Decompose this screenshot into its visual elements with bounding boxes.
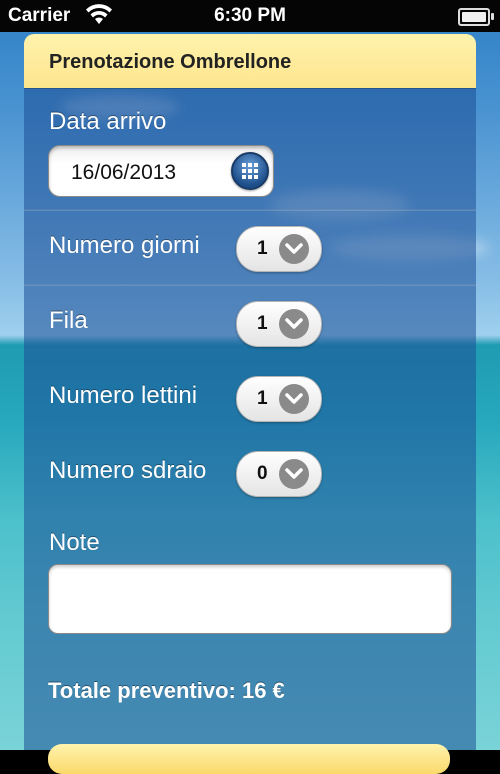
calendar-icon <box>242 163 258 179</box>
date-label: Data arrivo <box>49 108 167 135</box>
chevron-down-icon <box>279 234 309 264</box>
sunbeds-value: 1 <box>257 388 268 409</box>
divider <box>24 284 476 286</box>
row-label: Fila <box>49 307 88 334</box>
panel-title: Prenotazione Ombrellone <box>49 51 292 73</box>
row-value: 1 <box>257 313 268 334</box>
sunbeds-label: Numero lettini <box>49 382 198 409</box>
deckchairs-select[interactable]: 0 <box>236 451 322 497</box>
divider <box>24 209 476 211</box>
days-label: Numero giorni <box>49 232 200 259</box>
chevron-down-icon <box>279 309 309 339</box>
days-select[interactable]: 1 <box>236 226 322 272</box>
note-label: Note <box>49 529 100 556</box>
chevron-down-icon <box>279 384 309 414</box>
row-select[interactable]: 1 <box>236 301 322 347</box>
deckchairs-value: 0 <box>257 463 268 484</box>
calendar-button[interactable] <box>231 152 269 190</box>
chevron-down-icon <box>279 459 309 489</box>
note-textarea[interactable] <box>48 564 452 634</box>
arrival-date-value: 16/06/2013 <box>71 161 177 184</box>
arrival-date-field[interactable]: 16/06/2013 <box>48 145 274 197</box>
submit-button[interactable] <box>48 744 450 774</box>
status-bar: Carrier 6:30 PM <box>0 0 500 32</box>
deckchairs-label: Numero sdraio <box>49 457 207 484</box>
total-estimate: Totale preventivo: 16 € <box>48 678 285 703</box>
battery-icon <box>458 8 494 26</box>
sunbeds-select[interactable]: 1 <box>236 376 322 422</box>
panel-header: Prenotazione Ombrellone <box>24 34 476 88</box>
clock: 6:30 PM <box>214 5 286 26</box>
days-value: 1 <box>257 238 268 259</box>
